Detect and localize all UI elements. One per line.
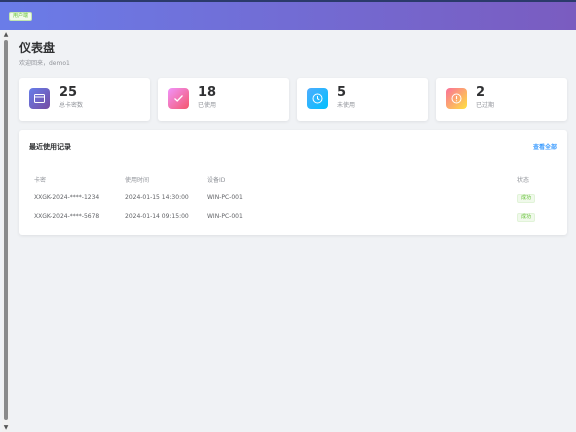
top-header: 用户端: [0, 0, 576, 30]
card-icon: [29, 88, 50, 109]
stat-value-unused: 5: [337, 85, 347, 100]
stat-value-total: 25: [59, 85, 78, 100]
stat-card-expired: 2 已过期: [436, 78, 567, 121]
column-header-device: 设备ID: [207, 177, 226, 184]
cell-device: WIN-PC-001: [207, 213, 243, 220]
cell-card: XXGK-2024-****-1234: [34, 194, 100, 201]
view-all-link[interactable]: 查看全部: [533, 142, 557, 151]
column-header-time: 使用时间: [125, 177, 150, 184]
welcome-text: 欢迎回来，demo1: [19, 60, 70, 67]
stat-label-unused: 未使用: [337, 102, 356, 109]
records-title: 最近使用记录: [29, 143, 71, 151]
stat-label-used: 已使用: [198, 102, 217, 109]
stat-value-used: 18: [198, 85, 217, 100]
stats-row: 25 总卡密数 18 已使用 5 未使用 2 已过期: [19, 78, 567, 121]
cell-device: WIN-PC-001: [207, 194, 243, 201]
check-icon: [168, 88, 189, 109]
page-title: 仪表盘: [19, 41, 56, 55]
stat-label-total: 总卡密数: [59, 102, 84, 109]
column-header-card: 卡密: [34, 177, 47, 184]
recent-records-card: 最近使用记录 查看全部 卡密 使用时间 设备ID 状态 XXGK-2024-**…: [19, 130, 567, 235]
scroll-up-arrow-icon[interactable]: ▲: [2, 31, 10, 39]
scroll-thumb[interactable]: [4, 40, 8, 420]
clock-icon: [307, 88, 328, 109]
cell-time: 2024-01-15 14:30:00: [125, 194, 189, 201]
stat-value-expired: 2: [476, 85, 486, 100]
column-header-status: 状态: [517, 177, 530, 184]
cell-time: 2024-01-14 09:15:00: [125, 213, 189, 220]
status-badge: 成功: [517, 194, 536, 203]
main-content: 仪表盘 欢迎回来，demo1 25 总卡密数 18 已使用 5 未使用 2 已过…: [19, 40, 567, 235]
scrollbar[interactable]: ▲ ▼: [2, 31, 10, 432]
stat-card-unused: 5 未使用: [297, 78, 428, 121]
stat-card-total: 25 总卡密数: [19, 78, 150, 121]
status-badge: 成功: [517, 213, 536, 222]
stat-label-expired: 已过期: [476, 102, 495, 109]
cell-card: XXGK-2024-****-5678: [34, 213, 100, 220]
role-badge: 用户端: [9, 12, 33, 21]
scroll-down-arrow-icon[interactable]: ▼: [2, 424, 10, 432]
warning-icon: [446, 88, 467, 109]
stat-card-used: 18 已使用: [158, 78, 289, 121]
